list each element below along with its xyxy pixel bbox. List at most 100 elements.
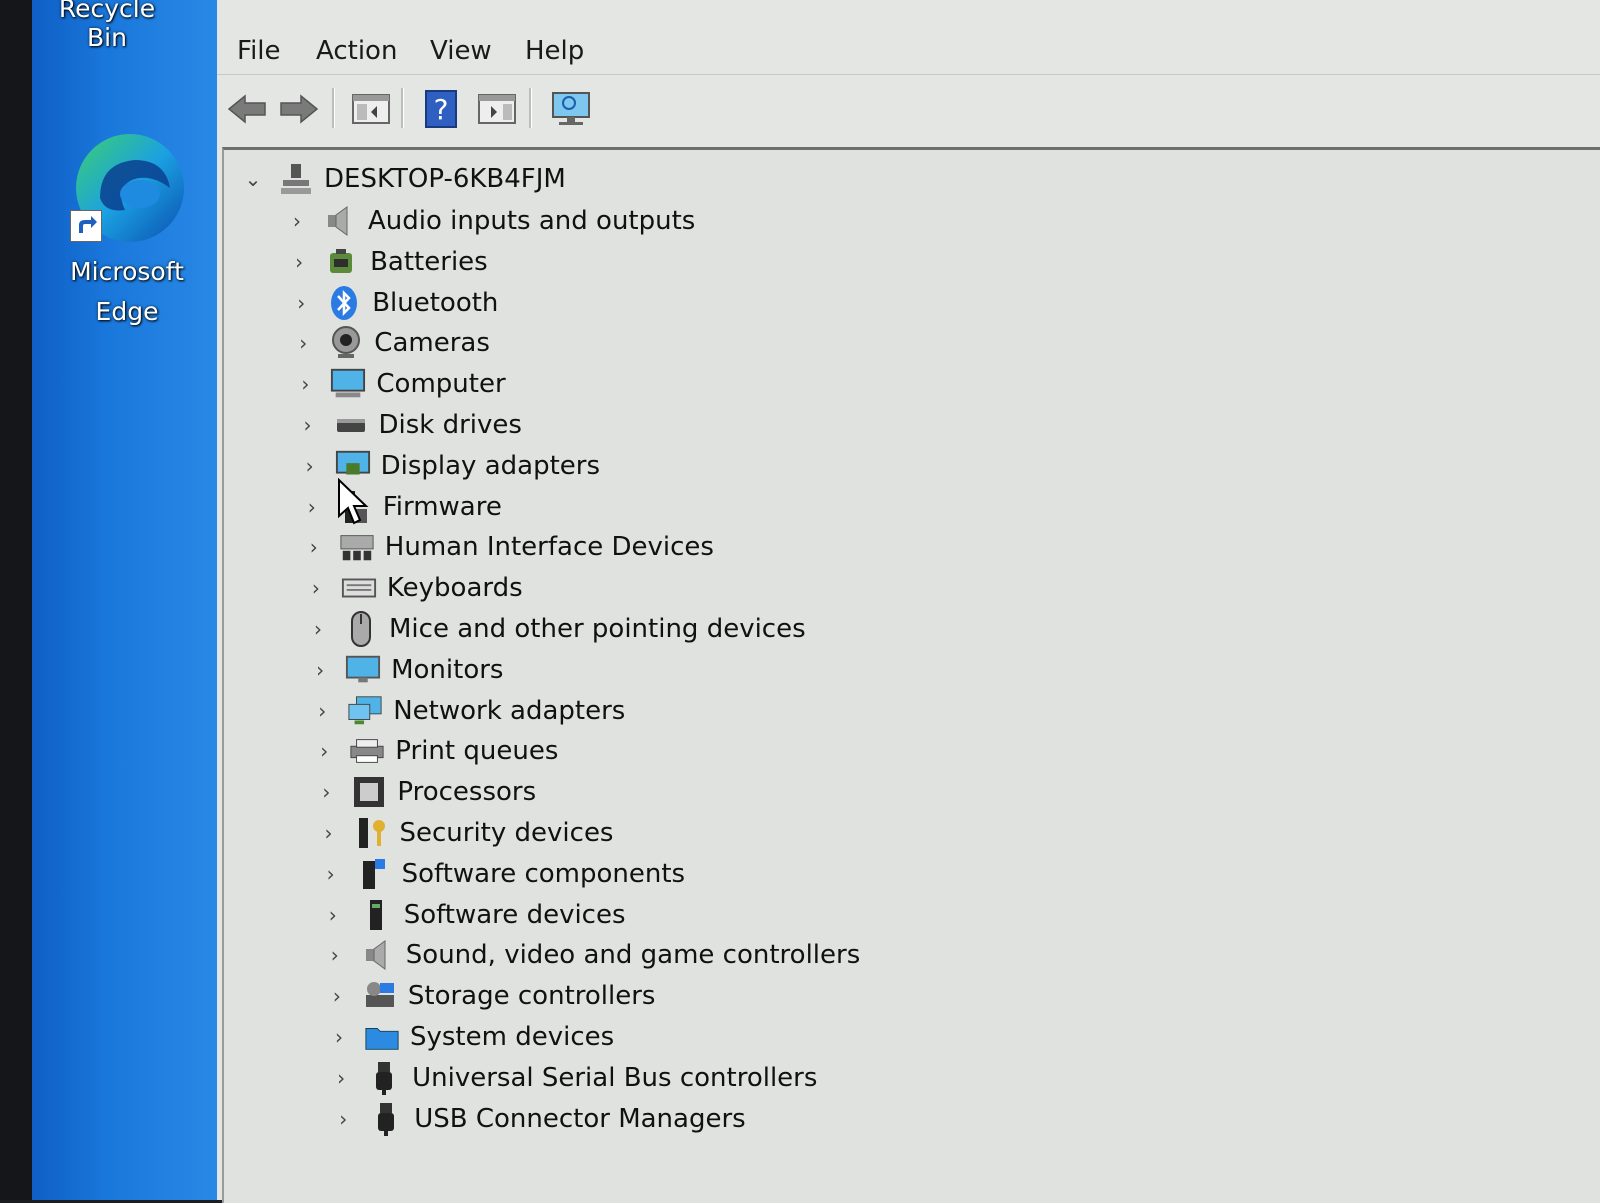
tree-item[interactable]: › USB Connector Managers <box>330 1100 746 1138</box>
tree-item[interactable]: › Audio inputs and outputs <box>284 202 695 240</box>
edge-label-line2: Edge <box>95 297 159 326</box>
tree-item[interactable]: › Disk drives <box>295 406 522 444</box>
forward-icon[interactable] <box>277 86 321 132</box>
desktop-background: Recycle Bin Microsoft Edge <box>32 0 227 1200</box>
tree-item[interactable]: › System devices <box>326 1018 614 1056</box>
menu-bar: File Action View Help <box>217 22 1600 75</box>
menu-view[interactable]: View <box>430 36 492 66</box>
tree-item-label: Audio inputs and outputs <box>368 206 696 236</box>
menu-file[interactable]: File <box>237 36 281 66</box>
chevron-right-icon[interactable]: › <box>307 658 333 682</box>
tree-item[interactable]: › Computer <box>292 365 506 403</box>
tree-item[interactable]: › Batteries <box>286 243 488 281</box>
action-pane-icon[interactable] <box>475 86 519 132</box>
software-device-icon <box>358 897 394 933</box>
toolbar-separator <box>332 88 335 128</box>
tree-item[interactable]: › Mice and other pointing devices <box>305 610 806 648</box>
chevron-right-icon[interactable]: › <box>284 209 310 233</box>
chevron-right-icon[interactable]: › <box>286 250 312 274</box>
chevron-right-icon[interactable]: › <box>297 454 323 478</box>
monitor-icon <box>345 652 381 688</box>
tree-item-label: Software devices <box>403 899 626 930</box>
chevron-right-icon[interactable]: › <box>303 576 329 600</box>
screen-bezel <box>0 0 32 1200</box>
storage-controller-icon <box>362 978 398 1014</box>
chevron-right-icon[interactable]: › <box>316 821 342 845</box>
tree-item[interactable]: › Sound, video and game controllers <box>322 936 860 974</box>
tree-item[interactable]: › Bluetooth <box>288 284 498 322</box>
menu-action[interactable]: Action <box>316 36 397 66</box>
help-icon[interactable]: ? <box>419 86 463 132</box>
microsoft-edge-label[interactable]: Microsoft Edge <box>62 252 192 332</box>
sound-controller-icon <box>360 937 396 973</box>
chevron-right-icon[interactable]: › <box>330 1107 356 1131</box>
back-icon[interactable] <box>225 86 269 132</box>
menu-help[interactable]: Help <box>525 36 584 66</box>
security-device-icon <box>354 815 390 851</box>
tree-item[interactable]: › Universal Serial Bus controllers <box>328 1059 817 1097</box>
chevron-right-icon[interactable]: › <box>305 617 331 641</box>
tree-item[interactable]: › Keyboards <box>303 569 523 607</box>
tree-root-label: DESKTOP-6KB4FJM <box>324 164 566 194</box>
hid-icon <box>339 529 375 565</box>
chevron-right-icon[interactable]: › <box>290 331 316 355</box>
tree-item-label: Monitors <box>391 654 504 685</box>
tree-item[interactable]: › Network adapters <box>309 692 625 730</box>
camera-icon <box>328 325 364 361</box>
tree-item-label: Security devices <box>399 818 614 848</box>
chevron-right-icon[interactable]: › <box>326 1025 352 1049</box>
toolbar: ? <box>217 78 1600 140</box>
toolbar-separator <box>401 88 404 128</box>
tree-item-label: Disk drives <box>378 410 522 440</box>
chevron-right-icon[interactable]: › <box>328 1066 354 1090</box>
chevron-right-icon[interactable]: › <box>322 943 348 967</box>
tree-item[interactable]: › Print queues <box>311 732 558 770</box>
chevron-right-icon[interactable]: › <box>313 780 339 804</box>
chevron-right-icon[interactable]: › <box>309 699 335 723</box>
tree-item[interactable]: › Software components <box>318 855 686 893</box>
chevron-right-icon[interactable]: › <box>311 739 337 763</box>
chevron-down-icon[interactable]: ⌄ <box>240 167 266 191</box>
tree-item-label: Cameras <box>374 328 490 359</box>
tree-item[interactable]: › Monitors <box>307 651 503 689</box>
tree-item-label: Bluetooth <box>372 287 499 318</box>
disk-drive-icon <box>333 407 369 443</box>
chevron-right-icon[interactable]: › <box>288 291 314 315</box>
software-component-icon <box>356 856 392 892</box>
show-hide-console-tree-icon[interactable] <box>349 86 393 132</box>
tree-root[interactable]: ⌄ DESKTOP-6KB4FJM <box>240 160 566 198</box>
recycle-bin-label[interactable]: Recycle Bin <box>47 0 167 52</box>
keyboard-icon <box>341 570 377 606</box>
tree-item-label: Print queues <box>395 736 559 767</box>
printer-icon <box>349 733 385 769</box>
tree-item-label: Universal Serial Bus controllers <box>412 1062 818 1093</box>
bluetooth-icon <box>326 285 362 321</box>
tree-item-label: Display adapters <box>380 450 600 481</box>
tree-item[interactable]: › Cameras <box>290 324 490 362</box>
tree-item-label: Software components <box>401 858 686 889</box>
tree-item[interactable]: › Storage controllers <box>324 977 656 1015</box>
monitor-scan-icon[interactable] <box>547 86 595 132</box>
chevron-right-icon[interactable]: › <box>292 372 318 396</box>
tree-item-label: Mice and other pointing devices <box>389 614 806 644</box>
tree-item-label: USB Connector Managers <box>414 1103 746 1134</box>
mouse-pointer-icon <box>338 478 369 525</box>
chevron-right-icon[interactable]: › <box>318 862 344 886</box>
chevron-right-icon[interactable]: › <box>301 535 327 559</box>
battery-icon <box>324 244 360 280</box>
chevron-right-icon[interactable]: › <box>324 984 350 1008</box>
tree-item[interactable]: › Processors <box>313 773 536 811</box>
chevron-right-icon[interactable]: › <box>320 903 346 927</box>
tree-item[interactable]: › Human Interface Devices <box>301 528 714 566</box>
tree-item[interactable]: › Software devices <box>320 896 626 934</box>
device-manager-window: File Action View Help ? ⌄ DESKTOP-6KB4FJ… <box>217 0 1600 1203</box>
tree-item-label: Human Interface Devices <box>384 532 714 563</box>
processor-icon <box>351 774 387 810</box>
tree-item-label: Processors <box>397 777 537 808</box>
tree-item[interactable]: › Security devices <box>316 814 614 852</box>
chevron-right-icon[interactable]: › <box>299 495 325 519</box>
tree-item-label: Storage controllers <box>407 981 656 1012</box>
shortcut-arrow-icon <box>70 210 102 242</box>
chevron-right-icon[interactable]: › <box>295 413 321 437</box>
tree-item[interactable]: › Firmware <box>299 488 502 526</box>
